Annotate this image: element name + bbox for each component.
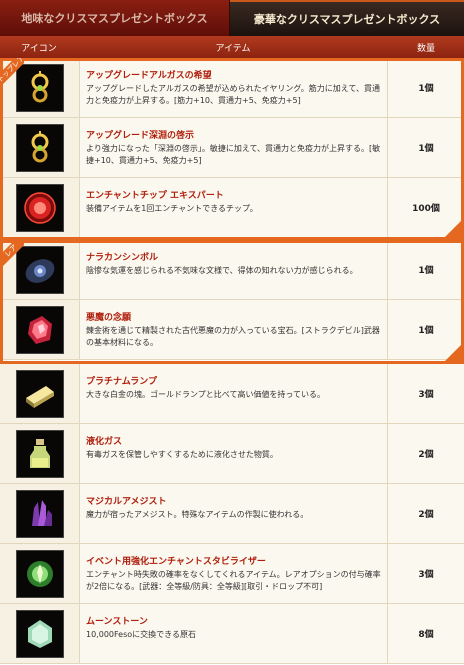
liquid-gas-bottle-icon [15, 429, 64, 478]
rare-ribbon: レア [0, 240, 24, 266]
item-desc: エンチャント時失敗の確率をなくしてくれるアイテム。レアオプションの付与確率が2倍… [86, 570, 381, 591]
table-row: アップグレード深淵の啓示 より強力になった「深淵の啓示」。敏捷に加えて、貫通力と… [0, 118, 464, 178]
table-row: ムーンストーン 10,000Fesoに交換できる原石 8個 [0, 604, 464, 664]
stabilizer-icon [15, 549, 64, 598]
item-name: プラチナムランプ [86, 377, 158, 387]
header-qty: 数量 [416, 43, 435, 54]
item-qty: 2個 [418, 510, 434, 520]
item-name: イベント用強化エンチャントスタビライザー [86, 557, 266, 567]
amethyst-icon [15, 489, 64, 538]
item-name: 悪魔の念願 [86, 313, 132, 323]
item-qty: 1個 [418, 84, 434, 94]
header-item: アイテム [215, 43, 251, 54]
item-qty: 3個 [418, 390, 434, 400]
item-desc: 錬金術を通じて精製された古代悪魔の力が入っている宝石。[ストラクデビル]武器の基… [86, 326, 380, 347]
tab-plain-box[interactable]: 地味なクリスマスプレゼントボックス [0, 0, 230, 36]
item-desc: アップグレードしたアルガスの希望が込められたイヤリング。筋力に加えて、貫通力と免… [86, 84, 380, 105]
item-name: アップグレードアルガスの希望 [86, 71, 212, 81]
table-row: 悪魔の念願 錬金術を通じて精製された古代悪魔の力が入っている宝石。[ストラクデビ… [0, 300, 464, 360]
item-desc: 大きな白金の塊。ゴールドランプと比べて高い価値を持っている。 [86, 390, 326, 399]
header-icon: アイコン [21, 43, 57, 54]
table-row: プラチナムランプ 大きな白金の塊。ゴールドランプと比べて高い価値を持っている。 … [0, 364, 464, 424]
item-qty: 3個 [418, 570, 434, 580]
platinum-lump-icon [15, 369, 64, 418]
item-desc: 魔力が宿ったアメジスト。特殊なアイテムの作製に使われる。 [86, 510, 309, 519]
item-desc: 10,000Fesoに交換できる原石 [86, 630, 196, 639]
item-qty: 1個 [418, 266, 434, 276]
table-row: イベント用強化エンチャントスタビライザー エンチャント時失敗の確率をなくしてくれ… [0, 544, 464, 604]
earring-icon [15, 123, 64, 172]
item-desc: より強力になった「深淵の啓示」。敏捷に加えて、貫通力と免疫力が上昇する。[敏捷+… [86, 144, 381, 165]
item-qty: 8個 [418, 630, 434, 640]
corner-mark [442, 218, 464, 240]
item-name: アップグレード深淵の啓示 [86, 131, 195, 141]
enchant-chip-icon [15, 183, 64, 232]
item-desc: 有毒ガスを保管しやすくするために液化させた物質。 [86, 450, 278, 459]
item-name: ナラカンシンボル [86, 253, 159, 263]
moonstone-icon [15, 609, 64, 658]
item-qty: 1個 [418, 144, 434, 154]
item-name: ムーンストーン [86, 617, 148, 627]
item-desc: 陰惨な気運を感じられる不気味な文様で、得体の知れない力が感じられる。 [86, 266, 358, 275]
item-name: エンチャントチップ エキスパート [86, 191, 224, 201]
demon-gem-icon [15, 305, 64, 354]
table-row: エンチャントチップ エキスパート 装備アイテムを1回エンチャントできるチップ。 … [0, 178, 464, 238]
tab-luxury-box[interactable]: 豪華なクリスマスプレゼントボックス [230, 0, 464, 36]
item-name: 液化ガス [86, 437, 123, 447]
item-qty: 2個 [418, 450, 434, 460]
item-name: マジカルアメジスト [86, 497, 167, 507]
present-box-page: 地味なクリスマスプレゼントボックス 豪華なクリスマスプレゼントボックス アイコン… [0, 0, 464, 665]
table-row: 液化ガス 有毒ガスを保管しやすくするために液化させた物質。 2個 [0, 424, 464, 484]
top-rare-ribbon: トップレア [0, 58, 24, 84]
table-row: ナラカンシンボル 陰惨な気運を感じられる不気味な文様で、得体の知れない力が感じら… [0, 240, 464, 300]
table-header: アイコン アイテム 数量 [0, 36, 464, 58]
item-desc: 装備アイテムを1回エンチャントできるチップ。 [86, 204, 258, 213]
tab-bar: 地味なクリスマスプレゼントボックス 豪華なクリスマスプレゼントボックス [0, 0, 464, 36]
corner-mark [442, 342, 464, 364]
table-row: アップグレードアルガスの希望 アップグレードしたアルガスの希望が込められたイヤリ… [0, 58, 464, 118]
table-row: マジカルアメジスト 魔力が宿ったアメジスト。特殊なアイテムの作製に使われる。 2… [0, 484, 464, 544]
